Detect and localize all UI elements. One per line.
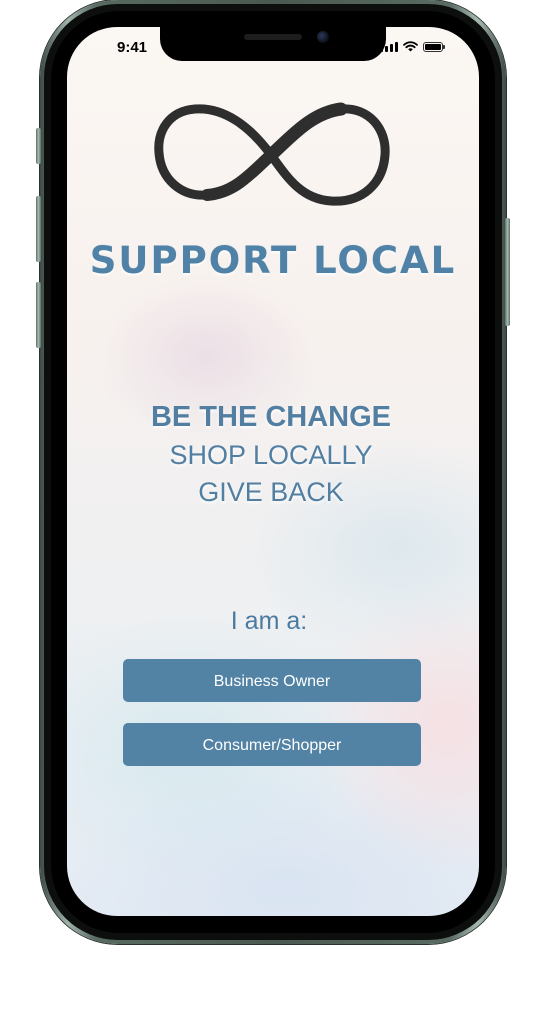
silent-switch <box>36 128 41 164</box>
volume-down-button <box>36 282 41 348</box>
wifi-icon <box>403 41 418 52</box>
battery-icon <box>423 41 445 52</box>
infinity-icon <box>154 102 390 206</box>
cellular-signal-icon <box>380 41 398 52</box>
power-button <box>505 218 510 326</box>
app-screen: 9:41 SUPPORT LOCAL BE THE CHANGE SHOP LO… <box>67 27 479 916</box>
business-owner-button[interactable]: Business Owner <box>123 659 421 702</box>
status-icons <box>380 41 445 52</box>
app-title: SUPPORT LOCAL <box>89 239 457 282</box>
notch <box>160 27 386 61</box>
tagline-shop-locally: SHOP LOCALLY <box>169 440 373 470</box>
consumer-shopper-button[interactable]: Consumer/Shopper <box>123 723 421 766</box>
earpiece-speaker <box>244 34 302 40</box>
volume-up-button <box>36 196 41 262</box>
tagline-be-the-change: BE THE CHANGE <box>150 401 392 433</box>
status-time: 9:41 <box>117 39 148 56</box>
front-camera <box>317 31 329 43</box>
page: 9:41 SUPPORT LOCAL BE THE CHANGE SHOP LO… <box>0 0 546 1023</box>
role-prompt: I am a: <box>230 607 308 635</box>
tagline-give-back: GIVE BACK <box>198 477 344 507</box>
